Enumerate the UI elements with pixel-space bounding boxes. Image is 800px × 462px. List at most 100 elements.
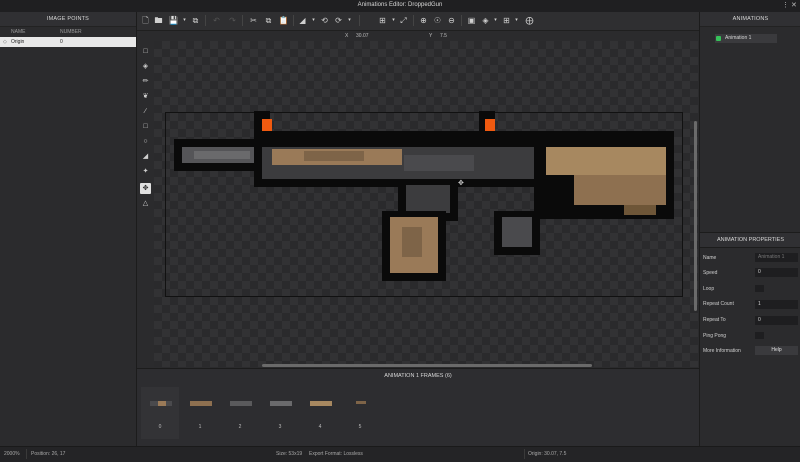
zoom-level: 2000% bbox=[4, 451, 20, 457]
speed-label: Speed bbox=[703, 270, 718, 276]
dropdown-icon[interactable]: ▾ bbox=[308, 15, 319, 26]
window-title: Animations Editor: DroppedGun bbox=[357, 2, 443, 8]
point-number: 0 bbox=[60, 39, 63, 45]
open-folder-icon[interactable]: 🖿 bbox=[153, 15, 164, 26]
toolbar-divider bbox=[205, 15, 206, 26]
frame-gun-image bbox=[310, 401, 332, 406]
column-number: NUMBER bbox=[60, 29, 82, 35]
origin-point-icon[interactable]: ✥ bbox=[140, 183, 151, 194]
image-icon[interactable]: ▣ bbox=[466, 15, 477, 26]
frame-thumbnail[interactable]: 0 bbox=[141, 387, 179, 439]
main-toolbar: 🗋 🖿 💾 ▾ ⧉ ↶ ↷ ✂ ⧉ 📋 ◢ ▾ ⟲ ⟳ ▾ ⊞ ▾ ⤢ ⊕ ☉ … bbox=[137, 12, 699, 31]
paste-icon[interactable]: 📋 bbox=[278, 15, 289, 26]
rotate-ccw-icon[interactable]: ⟲ bbox=[319, 15, 330, 26]
redo-icon[interactable]: ↷ bbox=[227, 15, 238, 26]
help-button[interactable]: Help bbox=[755, 346, 798, 355]
dropdown-icon[interactable]: ▾ bbox=[490, 15, 501, 26]
rectangle-icon[interactable]: □ bbox=[140, 121, 151, 132]
more-vertical-icon[interactable]: ⋮ bbox=[782, 1, 789, 9]
svg-text:✥: ✥ bbox=[458, 179, 464, 187]
select-icon[interactable]: □ bbox=[140, 46, 151, 57]
sprite-image: ✥ bbox=[174, 111, 674, 281]
repeat-count-field[interactable]: 1 bbox=[755, 300, 798, 309]
image-point-row[interactable]: ◇ Origin 0 bbox=[0, 37, 136, 47]
right-panel: ANIMATIONS Animation 1 ANIMATION PROPERT… bbox=[699, 12, 800, 446]
dropdown-icon[interactable]: ▾ bbox=[511, 15, 522, 26]
line-icon[interactable]: ∕ bbox=[140, 106, 151, 117]
coordinate-readout: X 30.07 Y 7.5 bbox=[137, 31, 699, 41]
frames-header: ANIMATION 1 FRAMES (6) bbox=[384, 373, 452, 379]
copy-icon[interactable]: ⧉ bbox=[263, 15, 274, 26]
center-icon[interactable]: ⨁ bbox=[524, 15, 535, 26]
repeat-count-label: Repeat Count bbox=[703, 301, 734, 307]
image-points-columns: NAME NUMBER bbox=[0, 27, 136, 37]
pencil-icon[interactable]: ✏ bbox=[140, 76, 151, 87]
column-name: NAME bbox=[11, 29, 26, 35]
frame-thumbnail[interactable]: 3 bbox=[261, 387, 299, 439]
node-icon[interactable]: △ bbox=[140, 198, 151, 209]
frame-number: 1 bbox=[198, 424, 202, 430]
brush-icon[interactable]: ❦ bbox=[140, 91, 151, 102]
editor-canvas[interactable]: ✥ bbox=[154, 41, 698, 367]
animation-name: Animation 1 bbox=[725, 35, 752, 41]
animations-header: ANIMATIONS bbox=[700, 12, 800, 27]
speed-field[interactable]: 0 bbox=[755, 268, 798, 277]
y-label: Y bbox=[429, 33, 433, 39]
point-name: Origin bbox=[11, 39, 25, 45]
zoom-out-icon[interactable]: ⊖ bbox=[446, 15, 457, 26]
status-divider bbox=[524, 449, 525, 459]
toolbar-divider bbox=[461, 15, 462, 26]
cut-icon[interactable]: ✂ bbox=[248, 15, 259, 26]
new-file-icon[interactable]: 🗋 bbox=[140, 15, 151, 26]
frame-number: 4 bbox=[318, 424, 322, 430]
ping-pong-checkbox[interactable] bbox=[755, 332, 764, 339]
resize-icon[interactable]: ⤢ bbox=[398, 15, 409, 26]
horizontal-scrollbar[interactable] bbox=[262, 364, 592, 367]
vertical-scrollbar[interactable] bbox=[694, 121, 697, 311]
frame-thumbnail[interactable]: 5 bbox=[341, 387, 379, 439]
frames-panel: ANIMATION 1 FRAMES (6) 0 1 2 3 4 5 bbox=[137, 368, 699, 447]
image-points-panel: IMAGE POINTS NAME NUMBER ◇ Origin 0 bbox=[0, 12, 137, 446]
undo-icon[interactable]: ↶ bbox=[211, 15, 222, 26]
frame-gun-image bbox=[150, 401, 172, 406]
frame-thumbnail[interactable]: 2 bbox=[221, 387, 259, 439]
frame-number: 2 bbox=[238, 424, 242, 430]
frame-number: 0 bbox=[158, 424, 162, 430]
y-value: 7.5 bbox=[440, 33, 447, 39]
name-field[interactable]: Animation 1 bbox=[755, 253, 798, 262]
more-info-label: More Information bbox=[703, 348, 741, 354]
frame-number: 5 bbox=[358, 424, 362, 430]
origin-readout: Origin: 30.07, 7.5 bbox=[528, 451, 567, 457]
save-icon[interactable]: 💾 bbox=[168, 15, 179, 26]
zoom-in-icon[interactable]: ⊕ bbox=[418, 15, 429, 26]
status-bar: 2000% Position: 26, 17 Size: 53x19 Expor… bbox=[0, 446, 800, 462]
frame-thumbnail[interactable]: 1 bbox=[181, 387, 219, 439]
frame-number: 3 bbox=[278, 424, 282, 430]
animation-list-item[interactable]: Animation 1 bbox=[715, 34, 777, 43]
flip-icon[interactable]: ◢ bbox=[297, 15, 308, 26]
eraser-icon[interactable]: ◈ bbox=[140, 61, 151, 72]
frame-thumbnail[interactable]: 4 bbox=[301, 387, 339, 439]
export-format: Export Format: Lossless bbox=[309, 451, 363, 457]
x-label: X bbox=[345, 33, 349, 39]
ellipse-icon[interactable]: ○ bbox=[140, 136, 151, 147]
fill-icon[interactable]: ◢ bbox=[140, 151, 151, 162]
toolbar-divider bbox=[293, 15, 294, 26]
animation-properties-header: ANIMATION PROPERTIES bbox=[700, 232, 800, 248]
dropdown-icon[interactable]: ▾ bbox=[179, 15, 190, 26]
image-size: Size: 53x19 bbox=[276, 451, 303, 457]
loop-checkbox[interactable] bbox=[755, 285, 764, 292]
animation-enabled-checkbox[interactable] bbox=[716, 36, 721, 41]
crop-icon[interactable]: ⊞ bbox=[377, 15, 388, 26]
close-icon[interactable]: ✕ bbox=[791, 1, 797, 9]
eyedropper-icon[interactable]: ✦ bbox=[140, 166, 151, 177]
status-divider bbox=[26, 449, 27, 459]
export-icon[interactable]: ⧉ bbox=[190, 15, 201, 26]
dropdown-icon[interactable]: ▾ bbox=[344, 15, 355, 26]
ping-pong-label: Ping Pong bbox=[703, 333, 727, 339]
zoom-reset-icon[interactable]: ☉ bbox=[432, 15, 443, 26]
point-icon: ◇ bbox=[3, 39, 7, 45]
frame-gun-image bbox=[356, 401, 366, 404]
rotate-cw-icon[interactable]: ⟳ bbox=[333, 15, 344, 26]
repeat-to-field[interactable]: 0 bbox=[755, 316, 798, 325]
